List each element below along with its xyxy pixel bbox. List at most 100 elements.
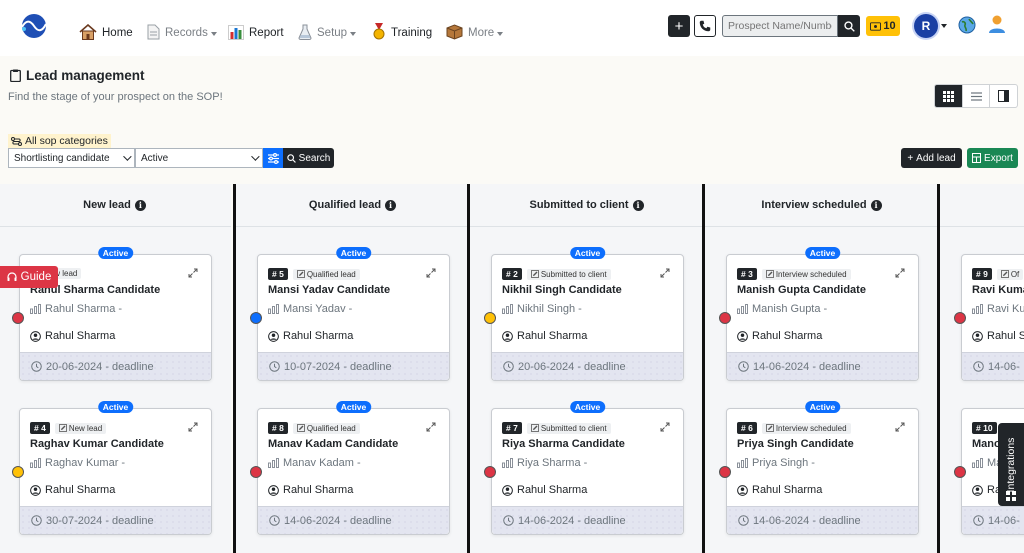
export-button[interactable]: Export [967,148,1018,168]
route-icon [11,136,22,146]
candidate-name[interactable]: Priya Singh Candidate [737,438,854,450]
priority-dot [719,466,731,478]
add-lead-button[interactable]: + Add lead [901,148,962,168]
kanban-view-button[interactable] [989,85,1017,107]
lead-number: # 6 [737,422,757,434]
lead-number: # 5 [268,268,288,280]
lead-card[interactable]: Active # 3 Interview scheduled Manish Gupta… [726,247,919,381]
box-icon [446,24,468,40]
priority-dot [250,466,262,478]
column-title: Interview scheduled [761,199,867,211]
lead-number: # 3 [737,268,757,280]
candidate-name[interactable]: Mano [972,438,1001,450]
search-icon [286,153,296,163]
card-deadline: 14-06-2024 - deadline [727,506,918,534]
priority-dot [250,312,262,324]
stage-tag: Of [996,268,1024,280]
prospect-contact: Priya Singh - [737,457,815,469]
candidate-name[interactable]: Manav Kadam Candidate [268,438,398,450]
coin-balance-badge[interactable]: 10 [866,16,900,36]
column-title: New lead [83,199,131,211]
expand-icon[interactable] [660,421,670,435]
lead-card[interactable]: # 9 Of Ravi Kuma Ravi Kum Rahul Sh 14-06- [961,254,1024,381]
kanban-column: Submitted to client i Active # 2 Submitted t… [470,184,703,553]
add-icon[interactable]: + [668,15,690,37]
user-avatar[interactable]: R [914,14,938,38]
candidate-name[interactable]: Raghav Kumar Candidate [30,438,164,450]
prospect-name: Mansi Yadav - [283,303,353,315]
info-icon[interactable]: i [632,199,644,211]
nav-item-report[interactable]: Report [228,14,284,40]
lead-owner: Rahul Sharma [502,484,587,496]
stage-tag: Qualified lead [292,422,360,434]
lead-owner: Rahul Sharma [30,330,115,342]
info-icon[interactable]: i [134,199,146,211]
status-select[interactable]: Active [135,148,263,168]
info-icon[interactable]: i [385,199,397,211]
nav-item-home[interactable]: Home [79,14,133,40]
edit-icon [296,270,305,278]
candidate-name[interactable]: Ravi Kuma [972,284,1024,296]
clock-icon [503,361,514,372]
chart-icon [30,304,41,314]
lead-card[interactable]: Active # 8 Qualified lead Manav Kadam Candi… [257,401,450,535]
phone-icon[interactable] [694,15,716,37]
owner-name: Rahul Sharma [45,484,116,496]
globe-icon[interactable] [958,16,976,34]
grid-view-button[interactable] [935,85,962,107]
stage-label: Submitted to client [540,423,607,433]
chart-icon [737,458,748,468]
candidate-name[interactable]: Mansi Yadav Candidate [268,284,390,296]
category-select[interactable]: Shortlisting candidate [8,148,135,168]
expand-icon[interactable] [188,267,198,281]
priority-dot [12,312,24,324]
nav-item-setup[interactable]: Setup [298,14,357,40]
top-navbar: HomeRecordsReportSetupTrainingMore + 10 … [0,0,1024,56]
expand-icon[interactable] [188,421,198,435]
filter-search-button[interactable]: Search [283,148,334,168]
expand-icon[interactable] [895,267,905,281]
user-profile-icon[interactable] [988,14,1006,34]
brand-logo-icon[interactable] [18,12,50,40]
deadline-text: 20-06-2024 - deadline [518,360,626,373]
candidate-name[interactable]: Nikhil Singh Candidate [502,284,622,296]
prospect-search-input[interactable] [722,15,838,37]
nav-item-training[interactable]: Training [372,14,432,40]
column-header: Interview scheduled i [705,184,938,227]
expand-icon[interactable] [426,267,436,281]
filter-settings-button[interactable] [263,148,283,168]
clock-icon [503,515,514,526]
lead-card[interactable]: Active # 6 Interview scheduled Priya Singh … [726,401,919,535]
sop-categories-link[interactable]: All sop categories [8,134,111,148]
expand-icon[interactable] [660,267,670,281]
flask-icon [298,24,317,40]
candidate-name[interactable]: Riya Sharma Candidate [502,438,625,450]
prospect-name: Manish Gupta - [752,303,828,315]
nav-item-label: More [468,27,495,39]
list-view-button[interactable] [961,85,990,107]
search-button[interactable] [838,15,860,37]
apps-grid-icon [1006,491,1016,501]
kanban-board: New lead i Active New lead Rahul Sharma Cand… [0,184,1024,553]
guide-button[interactable]: Guide [0,266,58,288]
chart-icon [972,304,983,314]
lead-card[interactable]: Active # 2 Submitted to client Nikhil Singh… [491,247,684,381]
stage-label: New lead [68,423,103,433]
expand-icon[interactable] [426,421,436,435]
lead-card[interactable]: Active # 4 New lead Raghav Kumar Candidate R… [19,401,212,535]
nav-item-records[interactable]: Records [147,14,217,40]
expand-icon[interactable] [895,421,905,435]
prospect-name: Rahul Sharma - [45,303,123,315]
lead-card[interactable]: Active # 7 Submitted to client Riya Sharma … [491,401,684,535]
lead-owner: Rahul Sharma [30,484,115,496]
chart-icon [737,304,748,314]
avatar-chevron-down-icon[interactable] [941,24,947,28]
user-circle-icon [737,484,748,496]
integrations-tab[interactable]: Integrations [998,423,1024,506]
candidate-name[interactable]: Manish Gupta Candidate [737,284,866,296]
nav-item-more[interactable]: More [446,14,504,40]
info-icon[interactable]: i [870,199,882,211]
column-header: New lead i [0,184,231,227]
lead-card[interactable]: Active # 5 Qualified lead Mansi Yadav Candi… [257,247,450,381]
stage-tag: Interview scheduled [761,268,851,280]
